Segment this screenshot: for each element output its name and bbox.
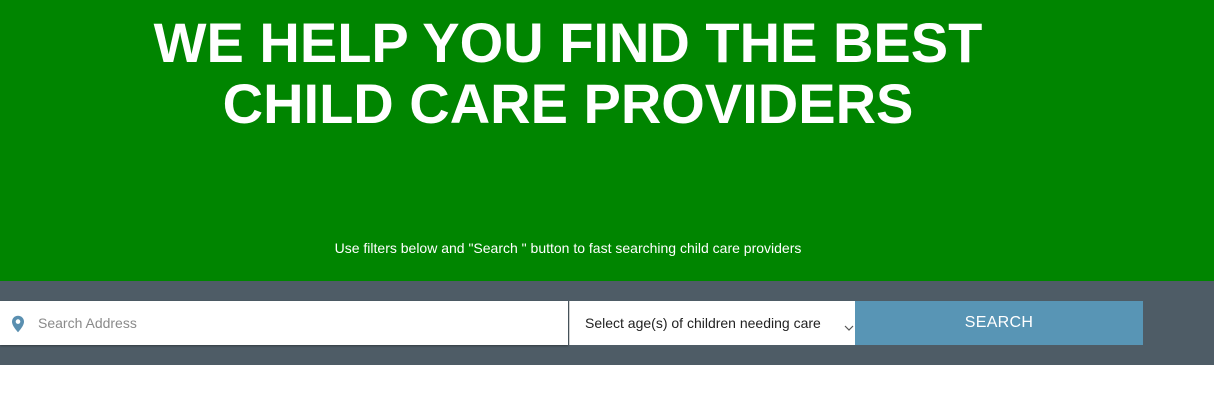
address-search-field[interactable] (0, 301, 568, 345)
search-button[interactable]: SEARCH (855, 301, 1143, 345)
children-age-select-label: Select age(s) of children needing care (585, 315, 821, 331)
hero-title-line-1: WE HELP YOU FIND THE BEST (153, 11, 983, 74)
hero-title: WE HELP YOU FIND THE BEST CHILD CARE PRO… (0, 12, 1136, 134)
address-search-input[interactable] (38, 301, 558, 345)
chevron-down-icon (844, 319, 854, 331)
hero-title-line-2: CHILD CARE PROVIDERS (222, 72, 914, 135)
search-bar: Select age(s) of children needing care S… (0, 281, 1214, 365)
hero-banner: WE HELP YOU FIND THE BEST CHILD CARE PRO… (0, 0, 1214, 281)
hero-subtitle: Use filters below and "Search " button t… (334, 240, 802, 256)
children-age-select[interactable]: Select age(s) of children needing care (569, 301, 855, 345)
map-pin-icon (11, 315, 25, 333)
